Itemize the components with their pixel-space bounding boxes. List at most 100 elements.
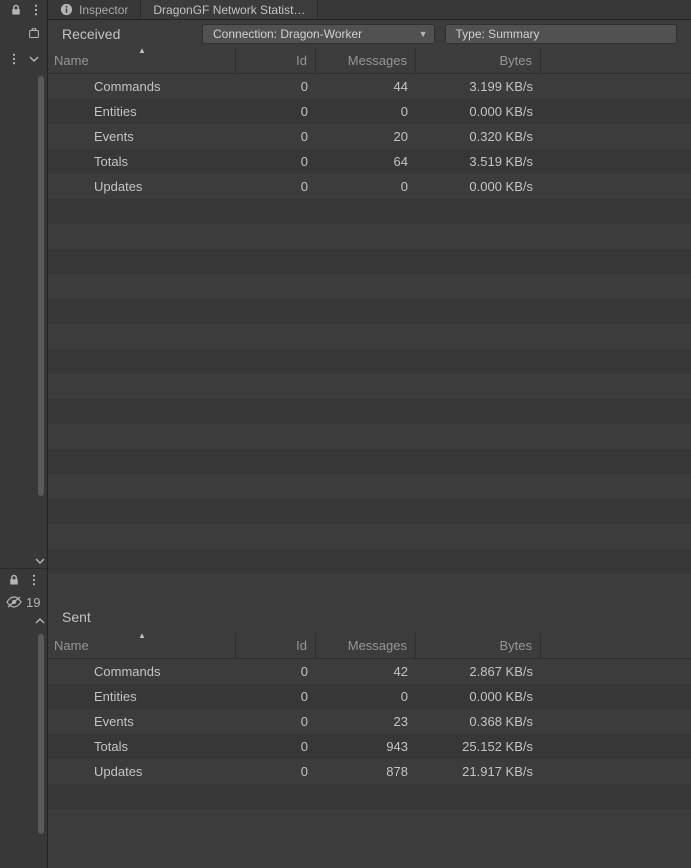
cell-name: Updates	[48, 174, 236, 199]
column-extra[interactable]	[541, 633, 691, 658]
tab-inspector[interactable]: Inspector	[48, 0, 141, 19]
toolbar: Received Connection: Dragon-Worker ▼ Typ…	[48, 20, 691, 48]
empty-row	[48, 809, 691, 834]
dropdown-label: Type: Summary	[456, 27, 540, 41]
table-row[interactable]: Updates000.000 KB/s	[48, 174, 691, 199]
lock-icon[interactable]	[7, 573, 21, 587]
column-extra[interactable]	[541, 48, 691, 73]
column-id[interactable]: Id	[236, 633, 316, 658]
cell-id: 0	[236, 734, 316, 759]
column-bytes[interactable]: Bytes	[416, 48, 541, 73]
scrollbar[interactable]	[37, 628, 45, 834]
cell-name: Commands	[48, 74, 236, 99]
cell-messages: 23	[316, 709, 416, 734]
cell-bytes: 0.368 KB/s	[416, 709, 541, 734]
table-row[interactable]: Commands0443.199 KB/s	[48, 74, 691, 99]
empty-row	[48, 449, 691, 474]
cell-name: Entities	[48, 99, 236, 124]
chevron-down-icon: ▼	[419, 29, 428, 39]
menu-icon[interactable]	[7, 52, 21, 66]
column-id[interactable]: Id	[236, 48, 316, 73]
main-area: Inspector DragonGF Network Statist… Rece…	[48, 0, 691, 868]
cell-bytes: 25.152 KB/s	[416, 734, 541, 759]
cell-id: 0	[236, 759, 316, 784]
table-header: Name ▲ Id Messages Bytes	[48, 633, 691, 659]
table-row[interactable]: Totals0643.519 KB/s	[48, 149, 691, 174]
empty-row	[48, 474, 691, 499]
table-row[interactable]: Entities000.000 KB/s	[48, 99, 691, 124]
sent-label: Sent	[48, 599, 691, 633]
empty-row	[48, 374, 691, 399]
cell-id: 0	[236, 74, 316, 99]
table-row[interactable]: Events0230.368 KB/s	[48, 709, 691, 734]
cell-messages: 20	[316, 124, 416, 149]
column-messages[interactable]: Messages	[316, 48, 416, 73]
cell-bytes: 2.867 KB/s	[416, 659, 541, 684]
cell-messages: 878	[316, 759, 416, 784]
cell-bytes: 3.199 KB/s	[416, 74, 541, 99]
column-bytes[interactable]: Bytes	[416, 633, 541, 658]
visibility-count: 19	[26, 595, 40, 610]
empty-row	[48, 574, 691, 599]
cell-bytes: 3.519 KB/s	[416, 149, 541, 174]
empty-row	[48, 784, 691, 809]
table-row[interactable]: Commands0422.867 KB/s	[48, 659, 691, 684]
column-messages[interactable]: Messages	[316, 633, 416, 658]
table-row[interactable]: Totals094325.152 KB/s	[48, 734, 691, 759]
chevron-down-icon[interactable]	[35, 557, 45, 565]
cell-bytes: 21.917 KB/s	[416, 759, 541, 784]
cell-id: 0	[236, 99, 316, 124]
cell-extra	[541, 684, 691, 709]
cell-name: Totals	[48, 734, 236, 759]
cell-extra	[541, 659, 691, 684]
empty-row	[48, 524, 691, 549]
received-table: Name ▲ Id Messages Bytes Commands0443.19…	[48, 48, 691, 599]
cell-id: 0	[236, 684, 316, 709]
cell-extra	[541, 149, 691, 174]
cell-extra	[541, 709, 691, 734]
table-row[interactable]: Events0200.320 KB/s	[48, 124, 691, 149]
cell-extra	[541, 74, 691, 99]
left-rail: 19	[0, 0, 48, 868]
table-row[interactable]: Entities000.000 KB/s	[48, 684, 691, 709]
cell-messages: 42	[316, 659, 416, 684]
cell-id: 0	[236, 174, 316, 199]
cell-id: 0	[236, 149, 316, 174]
chevron-down-icon[interactable]	[27, 52, 41, 66]
connection-dropdown[interactable]: Connection: Dragon-Worker ▼	[202, 24, 435, 44]
dropdown-label: Connection: Dragon-Worker	[213, 27, 362, 41]
empty-row	[48, 299, 691, 324]
info-icon	[60, 3, 73, 16]
sort-asc-icon: ▲	[138, 631, 146, 640]
cell-messages: 44	[316, 74, 416, 99]
pin-icon[interactable]	[27, 27, 41, 41]
cell-name: Updates	[48, 759, 236, 784]
column-name[interactable]: Name ▲	[48, 48, 236, 73]
menu-icon[interactable]	[27, 573, 41, 587]
visibility-icon[interactable]	[6, 596, 22, 608]
cell-bytes: 0.000 KB/s	[416, 174, 541, 199]
cell-bytes: 0.000 KB/s	[416, 684, 541, 709]
menu-icon[interactable]	[29, 3, 43, 17]
empty-row	[48, 549, 691, 574]
chevron-up-icon[interactable]	[35, 617, 45, 625]
tab-network-stats[interactable]: DragonGF Network Statist…	[141, 0, 318, 19]
cell-id: 0	[236, 124, 316, 149]
empty-row	[48, 199, 691, 224]
empty-row	[48, 499, 691, 524]
table-row[interactable]: Updates087821.917 KB/s	[48, 759, 691, 784]
cell-bytes: 0.000 KB/s	[416, 99, 541, 124]
scrollbar[interactable]	[37, 70, 45, 496]
cell-messages: 64	[316, 149, 416, 174]
received-label: Received	[62, 26, 192, 42]
tab-bar: Inspector DragonGF Network Statist…	[48, 0, 691, 20]
lock-icon[interactable]	[9, 3, 23, 17]
empty-row	[48, 349, 691, 374]
column-name[interactable]: Name ▲	[48, 633, 236, 658]
cell-extra	[541, 99, 691, 124]
type-dropdown[interactable]: Type: Summary	[445, 24, 678, 44]
cell-name: Events	[48, 124, 236, 149]
empty-row	[48, 399, 691, 424]
tab-label: DragonGF Network Statist…	[153, 3, 305, 17]
cell-extra	[541, 124, 691, 149]
